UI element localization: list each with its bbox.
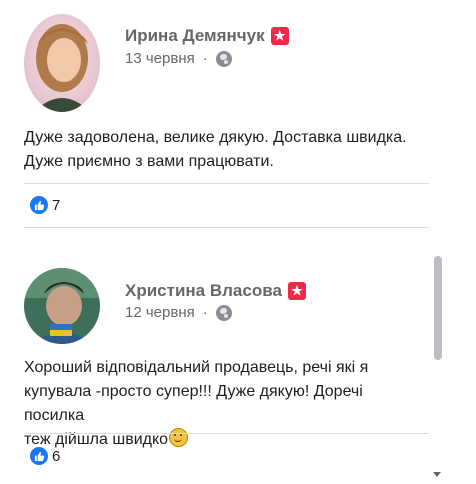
like-thumb-icon xyxy=(30,196,48,214)
globe-icon xyxy=(215,50,232,67)
comment-text: Хороший відповідальний продавець, речі я… xyxy=(24,356,424,452)
reviews-feed: Ирина Демянчук ★ 13 червня · Дуже задово… xyxy=(0,0,430,484)
comment-date[interactable]: 13 червня xyxy=(125,50,195,67)
star-badge-icon: ★ xyxy=(270,27,289,45)
comment-date[interactable]: 12 червня xyxy=(125,304,195,321)
scrollbar[interactable] xyxy=(429,0,446,484)
comment-line: Дуже задоволена, велике дякую. Доставка … xyxy=(24,129,407,146)
scroll-down-arrow-icon[interactable] xyxy=(433,472,441,477)
avatar[interactable] xyxy=(24,14,100,112)
globe-icon xyxy=(215,304,232,321)
comment-line-with-emoji: теж дійшла швидко xyxy=(24,428,424,452)
avatar-photo xyxy=(24,14,100,112)
divider xyxy=(24,183,430,184)
comment-text: Дуже задоволена, велике дякую. Доставка … xyxy=(24,126,424,174)
reaction-summary[interactable]: 7 xyxy=(30,196,60,214)
avatar-photo xyxy=(24,268,100,344)
star-badge-icon: ★ xyxy=(287,282,306,300)
divider xyxy=(24,433,430,434)
like-count: 6 xyxy=(52,447,61,465)
comment-line: Хороший відповідальний продавець, речі я… xyxy=(24,359,369,376)
author-name[interactable]: Ирина Демянчук xyxy=(125,26,265,46)
comment-line: Дуже приємно з вами працювати. xyxy=(24,153,274,170)
author-row: Христина Власова ★ xyxy=(125,281,306,301)
meta-row: 13 червня · xyxy=(125,50,232,67)
divider xyxy=(24,227,430,228)
scrollbar-thumb[interactable] xyxy=(434,256,442,360)
author-name[interactable]: Христина Власова xyxy=(125,281,282,301)
meta-separator: · xyxy=(202,50,208,67)
review-card: Ирина Демянчук ★ 13 червня · Дуже задово… xyxy=(0,0,430,230)
like-thumb-icon xyxy=(30,447,48,465)
comment-line: купувала -просто супер!!! Дуже дякую! До… xyxy=(24,383,363,424)
reaction-summary[interactable]: 6 xyxy=(30,447,60,465)
author-row: Ирина Демянчук ★ xyxy=(125,26,289,46)
smile-emoji-icon xyxy=(169,428,189,447)
avatar[interactable] xyxy=(24,268,100,344)
like-count: 7 xyxy=(52,196,61,214)
review-card: Христина Власова ★ 12 червня · Хороший в… xyxy=(0,255,430,484)
meta-row: 12 червня · xyxy=(125,304,232,321)
meta-separator: · xyxy=(202,304,208,321)
